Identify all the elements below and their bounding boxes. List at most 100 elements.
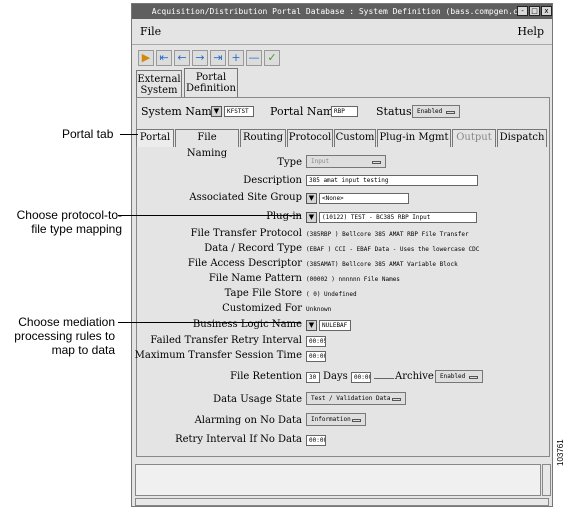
callout-mediation: Choose mediation processing rules to map…: [2, 315, 115, 357]
callout-mediation-line2: processing rules to: [14, 329, 115, 343]
check-icon[interactable]: ✓: [264, 50, 280, 66]
add-icon[interactable]: +: [228, 50, 244, 66]
title-bar: Acquisition/Distribution Portal Database…: [132, 4, 552, 19]
menu-divider: [132, 44, 552, 45]
days-label: Days: [323, 371, 348, 382]
callout-mediation-line3: map to data: [51, 343, 115, 357]
archive-select[interactable]: Enabled: [435, 370, 483, 383]
mtst-field[interactable]: 00:00: [306, 351, 326, 362]
minimize-icon[interactable]: -: [517, 6, 528, 16]
retention-label: File Retention: [230, 371, 302, 382]
plugin-field[interactable]: (10122) TEST - BC385 RBP Input: [319, 212, 477, 223]
tfs-value: ( 0) Undefined: [306, 291, 357, 298]
ftp-label: File Transfer Protocol: [190, 228, 302, 239]
maximize-icon[interactable]: □: [529, 6, 540, 16]
fad-label: File Access Descriptor: [187, 258, 302, 269]
callout-portal-tab-line: [120, 134, 138, 135]
tab-plugin-mgmt[interactable]: Plug-in Mgmt: [377, 129, 451, 147]
portal-name-label: Portal Name: [270, 105, 340, 118]
customized-for-label: Customized For: [222, 303, 302, 314]
dus-select[interactable]: Test / Validation Data: [306, 392, 406, 405]
business-logic-dropdown-icon[interactable]: ▼: [306, 320, 317, 331]
close-icon[interactable]: x: [541, 6, 552, 16]
tab-custom[interactable]: Custom: [334, 129, 376, 147]
tab-portal-definition-line1: Portal: [195, 72, 227, 83]
description-field[interactable]: 385 amat input testing: [306, 175, 478, 186]
retry-interval-label: Retry Interval If No Data: [175, 434, 302, 445]
next-icon[interactable]: →: [192, 50, 208, 66]
site-group-field[interactable]: <None>: [319, 193, 409, 204]
callout-mediation-line: [118, 322, 301, 323]
callout-protocol-line2: file type mapping: [31, 222, 122, 236]
customized-for-value: Unknown: [306, 306, 332, 313]
tab-dispatch[interactable]: Dispatch: [497, 129, 547, 147]
figure-id: 103761: [556, 439, 565, 466]
menu-help[interactable]: Help: [517, 25, 544, 38]
archive-value: Enabled: [440, 373, 466, 380]
portal-name-field[interactable]: RBP: [331, 106, 358, 117]
dus-value: Test / Validation Data: [311, 395, 391, 402]
plugin-label: Plug-in: [266, 211, 302, 222]
mtst-label: Maximum Transfer Session Time: [134, 350, 302, 361]
tab-routing[interactable]: Routing: [240, 129, 286, 147]
alarming-label: Alarming on No Data: [194, 415, 302, 426]
last-icon[interactable]: ⇥: [210, 50, 226, 66]
archive-divider: [374, 378, 394, 379]
system-name-label: System Name: [141, 105, 219, 118]
menu-bar: File Help: [132, 20, 552, 44]
tab-external-system-line1: External: [137, 74, 181, 85]
tab-file-naming[interactable]: File Naming: [175, 129, 239, 159]
business-logic-label: Business Logic Name: [192, 319, 302, 330]
vertical-scrollbar[interactable]: [542, 464, 551, 496]
menu-file[interactable]: File: [140, 25, 161, 38]
status-area: [135, 464, 541, 496]
archive-label: Archive: [395, 371, 434, 382]
ftri-field[interactable]: 00:05: [306, 336, 326, 347]
plugin-dropdown-icon[interactable]: ▼: [306, 212, 317, 223]
callout-protocol-line: [118, 215, 301, 216]
fnp-value: (00002 ) nnnnnn File Names: [306, 276, 400, 283]
tab-protocol[interactable]: Protocol: [287, 129, 333, 147]
remove-icon[interactable]: —: [246, 50, 262, 66]
app-window: Acquisition/Distribution Portal Database…: [131, 3, 553, 507]
system-name-dropdown-icon[interactable]: ▼: [211, 106, 222, 117]
callout-protocol-line1: Choose protocol-to-: [16, 208, 122, 222]
fad-value: (385AMAT) Bellcore 385 AMAT Variable Blo…: [306, 261, 458, 268]
ftp-value: (385RBP ) Bellcore 385 AMAT RBP File Tra…: [306, 231, 469, 238]
callout-portal-tab: Portal tab: [62, 127, 114, 141]
prev-icon[interactable]: ←: [174, 50, 190, 66]
drt-value: (EBAF ) CCI - EBAF Data - Uses the lower…: [306, 246, 480, 253]
site-group-dropdown-icon[interactable]: ▼: [306, 193, 317, 204]
retry-interval-field[interactable]: 00:00: [306, 435, 326, 446]
drt-label: Data / Record Type: [204, 243, 302, 254]
type-value: Input: [311, 158, 330, 165]
site-group-label: Associated Site Group: [189, 192, 302, 203]
alarming-value: Information: [311, 416, 351, 423]
first-icon[interactable]: ⇤: [156, 50, 172, 66]
window-title: Acquisition/Distribution Portal Database…: [151, 7, 533, 16]
dus-label: Data Usage State: [213, 394, 302, 405]
callout-mediation-line1: Choose mediation: [18, 315, 115, 329]
insert-icon[interactable]: ▶: [138, 50, 154, 66]
type-label: Type: [277, 157, 302, 168]
tab-external-system[interactable]: External System: [136, 70, 182, 98]
status-label: Status: [376, 105, 412, 118]
retention-time-field[interactable]: 00:00: [351, 372, 371, 383]
type-select[interactable]: Input: [306, 155, 386, 168]
fnp-label: File Name Pattern: [208, 273, 302, 284]
description-label: Description: [243, 175, 302, 186]
ftri-label: Failed Transfer Retry Interval: [150, 335, 302, 346]
tab-output[interactable]: Output: [452, 129, 496, 147]
alarming-select[interactable]: Information: [306, 413, 366, 426]
business-logic-field[interactable]: NULEBAF: [319, 320, 351, 331]
tab-portal-definition-line2: Definition: [186, 83, 236, 94]
status-select[interactable]: Enabled: [412, 105, 460, 118]
retention-days-field[interactable]: 30: [306, 372, 320, 383]
horizontal-scrollbar[interactable]: [135, 498, 549, 506]
system-name-field[interactable]: KFSTST: [224, 106, 254, 117]
tab-portal-definition[interactable]: Portal Definition: [184, 68, 238, 98]
tab-external-system-line2: System: [140, 85, 178, 96]
callout-protocol: Choose protocol-to- file type mapping: [2, 208, 122, 236]
status-value: Enabled: [417, 108, 443, 115]
tab-portal[interactable]: Portal: [136, 129, 174, 147]
